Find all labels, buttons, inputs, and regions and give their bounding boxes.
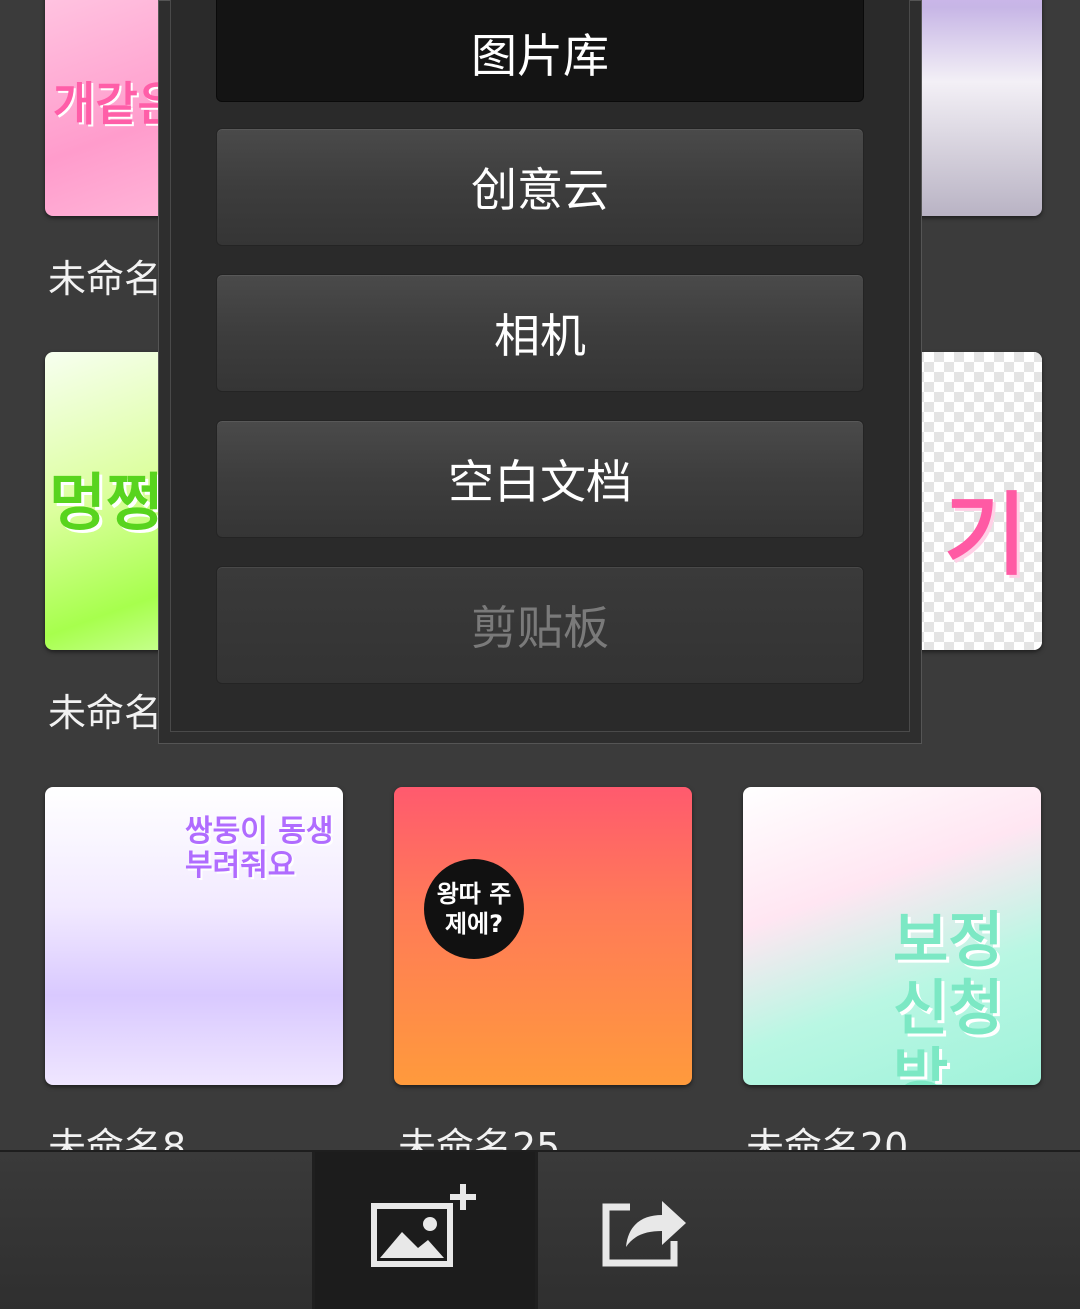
artwork-text: 멍쩡 [49,466,164,539]
menu-item-gallery[interactable]: 图片库 [216,0,864,102]
menu-item-clipboard: 剪贴板 [216,566,864,684]
artwork-text: 기 [944,483,1027,588]
bottom-toolbar [0,1150,1080,1309]
menu-item-label: 图片库 [471,29,609,83]
project-thumbnail[interactable]: 왕따 주제에? [394,787,692,1085]
menu-item-label: 创意云 [471,163,609,217]
tab-divider [535,1152,538,1309]
menu-item-camera[interactable]: 相机 [216,274,864,392]
add-image-tab[interactable] [315,1152,535,1309]
artwork-text: 보정 신청방 [893,906,1004,1085]
menu-item-creative-cloud[interactable]: 创意云 [216,128,864,246]
add-image-icon [370,1183,480,1278]
menu-item-blank-document[interactable]: 空白文档 [216,420,864,538]
share-icon [600,1189,690,1273]
menu-item-label: 相机 [494,309,586,363]
project-thumbnail[interactable]: 보정 신청방 [743,787,1041,1085]
menu-item-label: 剪贴板 [471,601,609,655]
menu-item-label: 空白文档 [448,455,632,509]
artwork-text: 쌍둥이 동생 부려줘요 [185,814,334,883]
share-tab[interactable] [580,1152,710,1309]
tab-divider [312,1152,315,1309]
project-thumbnail[interactable]: 쌍둥이 동생 부려줘요 [45,787,343,1085]
artwork-text: 왕따 주제에? [436,880,512,938]
